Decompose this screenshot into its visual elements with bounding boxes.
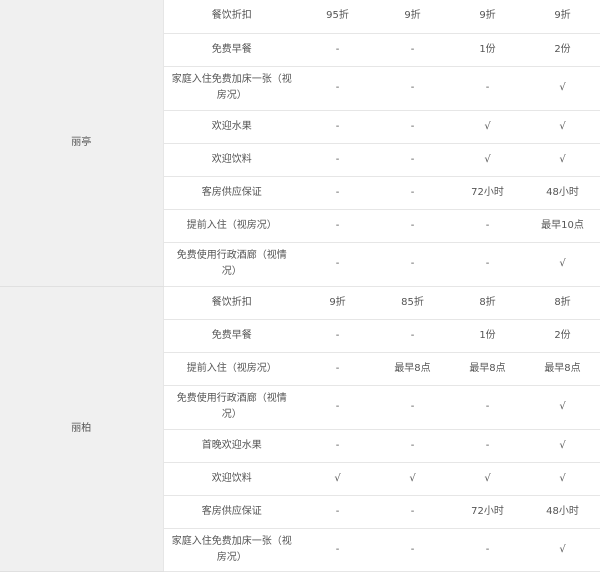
benefit-name-cell: 家庭入住免费加床一张（视房况）: [163, 528, 300, 572]
tier-value-cell: -: [300, 528, 375, 572]
tier-value-cell: -: [300, 176, 375, 210]
tier-value-cell: -: [300, 110, 375, 144]
tier-value-cell: -: [450, 66, 525, 111]
benefit-name-cell: 提前入住（视房况）: [163, 352, 300, 386]
tier-value-cell: -: [300, 33, 375, 67]
benefit-name-cell: 餐饮折扣: [163, 0, 300, 34]
tier-value-cell: 9折: [300, 285, 375, 320]
tier-value-cell: -: [375, 495, 450, 529]
tier-value-cell: -: [375, 242, 450, 287]
benefit-name-cell: 提前入住（视房况）: [163, 209, 300, 243]
tier-value-cell: 72小时: [450, 495, 525, 529]
tier-value-cell: -: [450, 385, 525, 430]
tier-value-cell: 9折: [450, 0, 525, 34]
tier-value-cell: -: [450, 429, 525, 463]
benefit-name-cell: 免费早餐: [163, 33, 300, 67]
benefit-name-cell: 客房供应保证: [163, 495, 300, 529]
tier-value-cell: -: [375, 385, 450, 430]
tier-value-cell: √: [525, 66, 600, 111]
benefit-name-cell: 首晚欢迎水果: [163, 429, 300, 463]
tier-value-cell: 95折: [300, 0, 375, 34]
benefit-name-cell: 欢迎饮料: [163, 143, 300, 177]
tier-value-cell: 最早8点: [525, 352, 600, 386]
tier-value-cell: -: [300, 495, 375, 529]
tier-value-cell: -: [375, 319, 450, 353]
tier-value-cell: 72小时: [450, 176, 525, 210]
tier-value-cell: √: [450, 143, 525, 177]
tier-value-cell: √: [525, 110, 600, 144]
table-row: 丽柏 餐饮折扣 9折 85折 8折 8折: [0, 285, 600, 572]
benefit-name-cell: 家庭入住免费加床一张（视房况）: [163, 66, 300, 111]
tier-value-cell: -: [375, 209, 450, 243]
tier-value-cell: -: [300, 143, 375, 177]
tier-value-cell: -: [375, 66, 450, 111]
tier-value-cell: 85折: [375, 285, 450, 320]
tier-value-cell: 9折: [375, 0, 450, 34]
tier-value-cell: -: [300, 242, 375, 287]
benefit-name-cell: 免费使用行政酒廊（视情况）: [163, 242, 300, 287]
tier-value-cell: -: [375, 143, 450, 177]
tier-value-cell: 1份: [450, 33, 525, 67]
tier-value-cell: -: [300, 209, 375, 243]
benefit-name-cell: 免费使用行政酒廊（视情况）: [163, 385, 300, 430]
tier-value-cell: √: [525, 429, 600, 463]
tier-value-cell: √: [525, 242, 600, 287]
tier-value-cell: -: [375, 528, 450, 572]
tier-value-cell: 48小时: [525, 176, 600, 210]
tier-value-cell: √: [450, 110, 525, 144]
benefit-name-cell: 欢迎饮料: [163, 462, 300, 496]
benefit-name-cell: 客房供应保证: [163, 176, 300, 210]
tier-value-cell: -: [300, 66, 375, 111]
tier-value-cell: -: [375, 110, 450, 144]
tier-value-cell: -: [450, 209, 525, 243]
benefit-name-cell: 餐饮折扣: [163, 285, 300, 320]
brand-name-cell: 丽亭: [0, 0, 164, 287]
tier-value-cell: -: [300, 352, 375, 386]
membership-benefits-table: 丽亭 餐饮折扣 95折 9折 9折 9折 免费早餐 - -1份 2份 家庭入住免费加床一张（视房况）…: [0, 0, 600, 572]
tier-value-cell: √: [300, 462, 375, 496]
tier-value-cell: -: [300, 429, 375, 463]
tier-value-cell: 最早10点: [525, 209, 600, 243]
tier-value-cell: -: [300, 319, 375, 353]
tier-value-cell: √: [525, 385, 600, 430]
brand-name-cell: 丽柏: [0, 285, 164, 572]
tier-value-cell: 最早8点: [450, 352, 525, 386]
tier-value-cell: 8折: [525, 285, 600, 320]
benefit-name-cell: 免费早餐: [163, 319, 300, 353]
tier-value-cell: -: [300, 385, 375, 430]
tier-value-cell: 2份: [525, 319, 600, 353]
tier-value-cell: √: [450, 462, 525, 496]
tier-value-cell: √: [525, 462, 600, 496]
tier-value-cell: 8折: [450, 285, 525, 320]
tier-value-cell: √: [525, 528, 600, 572]
tier-value-cell: 1份: [450, 319, 525, 353]
tier-value-cell: -: [375, 429, 450, 463]
tier-value-cell: -: [450, 528, 525, 572]
tier-value-cell: -: [450, 242, 525, 287]
tier-value-cell: -: [375, 176, 450, 210]
tier-value-cell: √: [525, 143, 600, 177]
table-row: 丽亭 餐饮折扣 95折 9折 9折 9折: [0, 0, 600, 287]
tier-value-cell: -: [375, 33, 450, 67]
tier-value-cell: 48小时: [525, 495, 600, 529]
tier-value-cell: √: [375, 462, 450, 496]
tier-value-cell: 2份: [525, 33, 600, 67]
tier-value-cell: 9折: [525, 0, 600, 34]
benefit-name-cell: 欢迎水果: [163, 110, 300, 144]
tier-value-cell: 最早8点: [375, 352, 450, 386]
